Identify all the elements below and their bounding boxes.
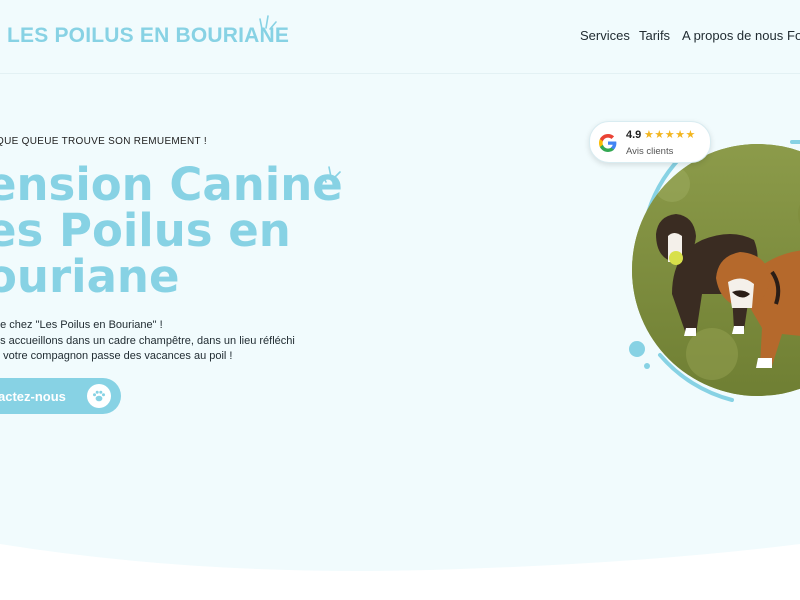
sparkle-icon xyxy=(322,166,341,183)
google-review-badge[interactable]: 4.9 ★★★★★ Avis clients xyxy=(589,121,711,163)
nav-item-about[interactable]: A propos de nous xyxy=(682,28,783,43)
hero-title: ension Canine es Poilus en ouriane xyxy=(0,162,346,300)
hero-description: ue chez "Les Poilus en Bouriane" ! us ac… xyxy=(0,318,295,365)
description-line: e votre compagnon passe des vacances au … xyxy=(0,350,233,362)
description-line: ue chez "Les Poilus en Bouriane" ! xyxy=(0,319,163,331)
description-line: us accueillons dans un cadre champêtre, … xyxy=(0,334,295,347)
contact-button[interactable]: actez-nous xyxy=(0,378,121,414)
hero-photo-frame xyxy=(620,120,800,420)
nav-item-tarifs[interactable]: Tarifs xyxy=(639,28,670,43)
rating-stars: ★★★★★ xyxy=(644,129,696,141)
dogs-photo xyxy=(632,144,800,396)
nav-item-more[interactable]: Fo xyxy=(787,28,800,43)
contact-button-label: actez-nous xyxy=(0,389,66,404)
paw-icon xyxy=(87,384,111,408)
nav-item-services[interactable]: Services xyxy=(580,28,630,43)
google-icon xyxy=(599,134,617,152)
hero-title-line: es Poilus en xyxy=(0,204,291,257)
rating-value: 4.9 xyxy=(626,129,642,141)
hero-title-line: ouriane xyxy=(0,250,180,303)
hero-title-line: ension Canine xyxy=(0,158,343,211)
main-nav: Services Tarifs A propos de nous Fo xyxy=(0,28,800,48)
page: LES POILUS EN BOURIANE Services Tarifs A… xyxy=(0,0,800,600)
hero-kicker: QUE QUEUE TROUVE SON REMUEMENT ! xyxy=(0,136,207,147)
site-header: LES POILUS EN BOURIANE Services Tarifs A… xyxy=(0,0,800,74)
section-wave xyxy=(0,544,800,600)
review-label: Avis clients xyxy=(626,146,674,157)
